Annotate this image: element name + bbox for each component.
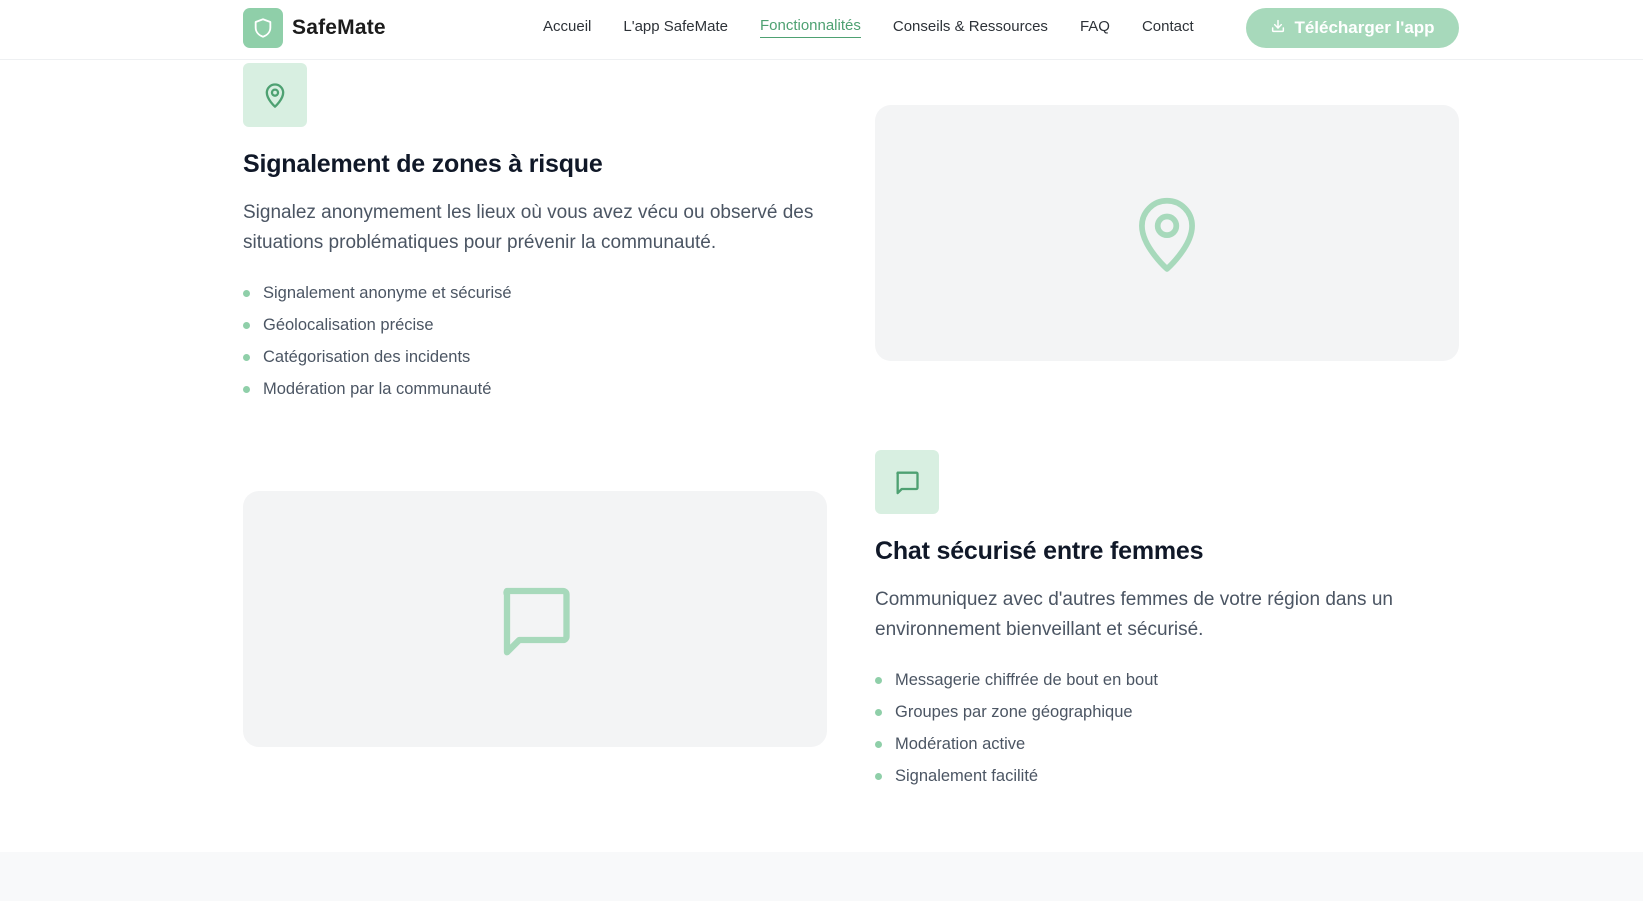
feature-points-list: Signalement anonyme et sécurisé Géolocal… (243, 281, 512, 409)
list-item: Catégorisation des incidents (243, 345, 512, 377)
nav-link-conseils[interactable]: Conseils & Ressources (893, 18, 1048, 38)
message-square-icon (896, 471, 919, 495)
site-header: SafeMate Accueil L'app SafeMate Fonction… (0, 0, 1643, 60)
nav-link-contact[interactable]: Contact (1142, 18, 1194, 38)
next-section-band (0, 852, 1643, 901)
feature-title: Chat sécurisé entre femmes (875, 537, 1204, 565)
shield-icon (243, 8, 283, 48)
feature-illustration-chat (243, 491, 827, 747)
nav-link-app[interactable]: L'app SafeMate (623, 18, 728, 38)
brand-logo[interactable]: SafeMate (243, 8, 386, 48)
feature-description: Signalez anonymement les lieux où vous a… (243, 202, 814, 253)
map-pin-icon (265, 83, 285, 108)
list-item: Signalement facilité (875, 764, 1158, 796)
feature-illustration-risk-zones (875, 105, 1459, 361)
main-nav: Accueil L'app SafeMate Fonctionnalités C… (543, 17, 1226, 38)
message-square-icon (503, 587, 570, 656)
download-app-label: Télécharger l'app (1294, 18, 1435, 37)
list-item: Modération par la communauté (243, 377, 512, 409)
download-app-button[interactable]: Télécharger l'app (1246, 8, 1459, 48)
download-icon (1270, 18, 1286, 39)
list-item: Messagerie chiffrée de bout en bout (875, 668, 1158, 700)
nav-link-accueil[interactable]: Accueil (543, 18, 591, 38)
feature-icon-tile-chat (875, 450, 939, 514)
feature-points-list: Messagerie chiffrée de bout en bout Grou… (875, 668, 1158, 796)
feature-description: Communiquez avec d'autres femmes de votr… (875, 589, 1393, 640)
list-item: Modération active (875, 732, 1158, 764)
nav-link-fonctionnalites[interactable]: Fonctionnalités (759, 17, 861, 38)
brand-name: SafeMate (292, 16, 386, 39)
list-item: Géolocalisation précise (243, 313, 512, 345)
map-pin-icon (1139, 197, 1195, 272)
list-item: Signalement anonyme et sécurisé (243, 281, 512, 313)
feature-icon-tile-risk-zones (243, 63, 307, 127)
feature-title: Signalement de zones à risque (243, 150, 603, 178)
list-item: Groupes par zone géographique (875, 700, 1158, 732)
nav-link-faq[interactable]: FAQ (1080, 18, 1110, 38)
